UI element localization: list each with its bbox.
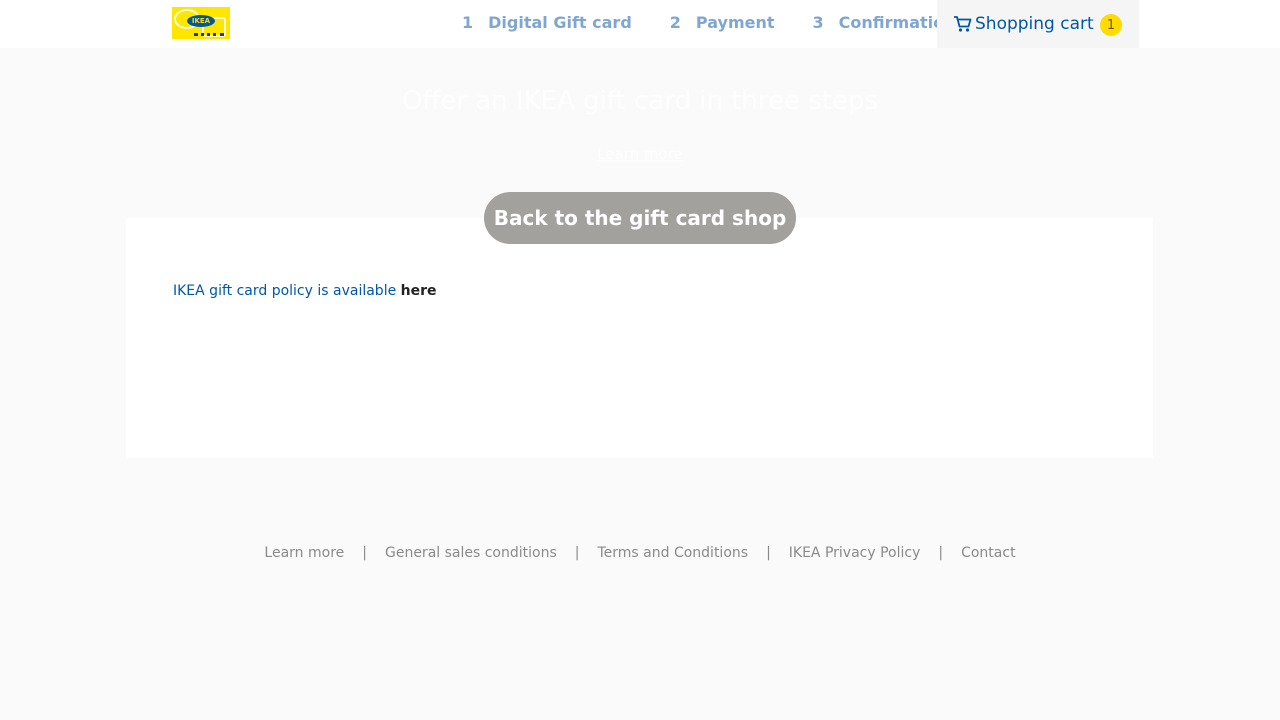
- policy-notice: IKEA gift card policy is available here: [173, 283, 437, 299]
- cart-label: Shopping cart: [975, 14, 1094, 34]
- footer-link-general-sales-conditions[interactable]: General sales conditions: [385, 545, 557, 561]
- hero-title: Offer an IKEA gift card in three steps: [401, 86, 879, 116]
- step-number: 3: [812, 12, 824, 32]
- footer-links: Learn more | General sales conditions | …: [0, 545, 1280, 561]
- step-number: 1: [462, 12, 474, 32]
- ikea-logo[interactable]: IKEA: [172, 7, 230, 39]
- hero-learn-more-link[interactable]: Learn more: [0, 145, 1280, 163]
- cart-count-badge: 1: [1100, 14, 1122, 36]
- footer-separator: |: [574, 545, 580, 561]
- footer-separator: |: [766, 545, 771, 561]
- footer-separator: |: [938, 545, 944, 561]
- step-digital-gift-card[interactable]: 1 Digital Gift card: [462, 13, 632, 32]
- logo-dots-decoration: [194, 32, 224, 36]
- step-label: Digital Gift card: [488, 12, 632, 32]
- footer-link-privacy-policy[interactable]: IKEA Privacy Policy: [789, 545, 921, 561]
- top-navigation-bar: IKEA 1 Digital Gift card 2 Payment 3 Con…: [0, 0, 1280, 48]
- step-payment[interactable]: 2 Payment: [670, 13, 775, 32]
- policy-link[interactable]: here: [401, 283, 437, 299]
- footer-link-learn-more[interactable]: Learn more: [264, 545, 344, 561]
- step-label: Payment: [695, 12, 775, 32]
- back-to-shop-button[interactable]: Back to the gift card shop: [484, 192, 796, 244]
- policy-text: IKEA gift card policy is available: [173, 283, 401, 299]
- footer-link-terms-and-conditions[interactable]: Terms and Conditions: [597, 545, 748, 561]
- step-confirmation[interactable]: 3 Confirmation: [813, 13, 956, 32]
- step-number: 2: [669, 12, 681, 32]
- checkout-steps: 1 Digital Gift card 2 Payment 3 Confirma…: [462, 0, 994, 44]
- shopping-cart-button[interactable]: Shopping cart 1: [937, 0, 1139, 48]
- footer-separator: |: [362, 545, 367, 561]
- ikea-badge: IKEA: [187, 15, 215, 27]
- footer-link-contact[interactable]: Contact: [961, 545, 1015, 561]
- cart-icon: [954, 16, 972, 32]
- logo-text: IKEA: [191, 17, 211, 25]
- content-panel: [126, 218, 1153, 458]
